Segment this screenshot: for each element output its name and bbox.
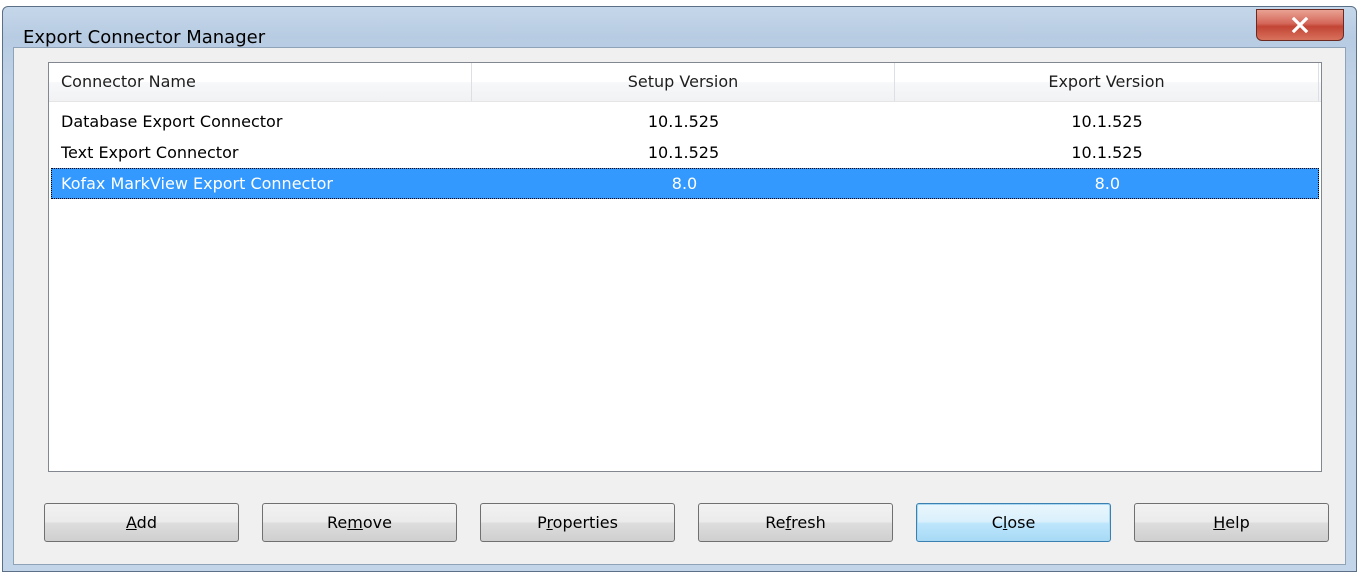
- add-button[interactable]: Add: [44, 503, 239, 542]
- close-icon: [1291, 17, 1309, 33]
- list-row-kofax-markview-export-connector[interactable]: Kofax MarkView Export Connector 8.0 8.0: [51, 168, 1319, 199]
- close-button[interactable]: Close: [916, 503, 1111, 542]
- column-header-export-version[interactable]: Export Version: [895, 63, 1319, 101]
- list-row-text-export-connector[interactable]: Text Export Connector 10.1.525 10.1.525: [49, 137, 1321, 168]
- row-export-version: 8.0: [1094, 174, 1121, 193]
- list-rows: Database Export Connector 10.1.525 10.1.…: [49, 102, 1321, 199]
- connector-list[interactable]: Connector Name Setup Version Export Vers…: [48, 62, 1322, 472]
- row-connector-name: Database Export Connector: [61, 112, 283, 131]
- row-setup-version: 10.1.525: [647, 112, 720, 131]
- row-connector-name: Text Export Connector: [61, 143, 239, 162]
- row-setup-version: 8.0: [671, 174, 698, 193]
- remove-button-label: Remove: [327, 513, 392, 532]
- refresh-button[interactable]: Refresh: [698, 503, 893, 542]
- window-close-button[interactable]: [1256, 9, 1344, 41]
- help-button-label: Help: [1213, 513, 1250, 532]
- window-title: Export Connector Manager: [23, 27, 266, 48]
- dialog-window: Export Connector Manager Connector Name …: [2, 6, 1357, 572]
- column-header-connector-name[interactable]: Connector Name: [49, 63, 472, 101]
- help-button[interactable]: Help: [1134, 503, 1329, 542]
- column-header-setup-version[interactable]: Setup Version: [472, 63, 895, 101]
- row-setup-version: 10.1.525: [647, 143, 720, 162]
- list-row-database-export-connector[interactable]: Database Export Connector 10.1.525 10.1.…: [49, 106, 1321, 137]
- close-button-label: Close: [991, 513, 1036, 532]
- button-bar: Add Remove Properties Refresh Close Help: [44, 503, 1329, 543]
- dialog-client-area: Connector Name Setup Version Export Vers…: [13, 47, 1346, 565]
- row-export-version: 10.1.525: [1071, 112, 1143, 131]
- remove-button[interactable]: Remove: [262, 503, 457, 542]
- properties-button[interactable]: Properties: [480, 503, 675, 542]
- row-export-version: 10.1.525: [1071, 143, 1143, 162]
- add-button-label: Add: [126, 513, 157, 532]
- properties-button-label: Properties: [537, 513, 618, 532]
- refresh-button-label: Refresh: [765, 513, 826, 532]
- list-header: Connector Name Setup Version Export Vers…: [49, 63, 1321, 102]
- row-connector-name: Kofax MarkView Export Connector: [61, 174, 333, 193]
